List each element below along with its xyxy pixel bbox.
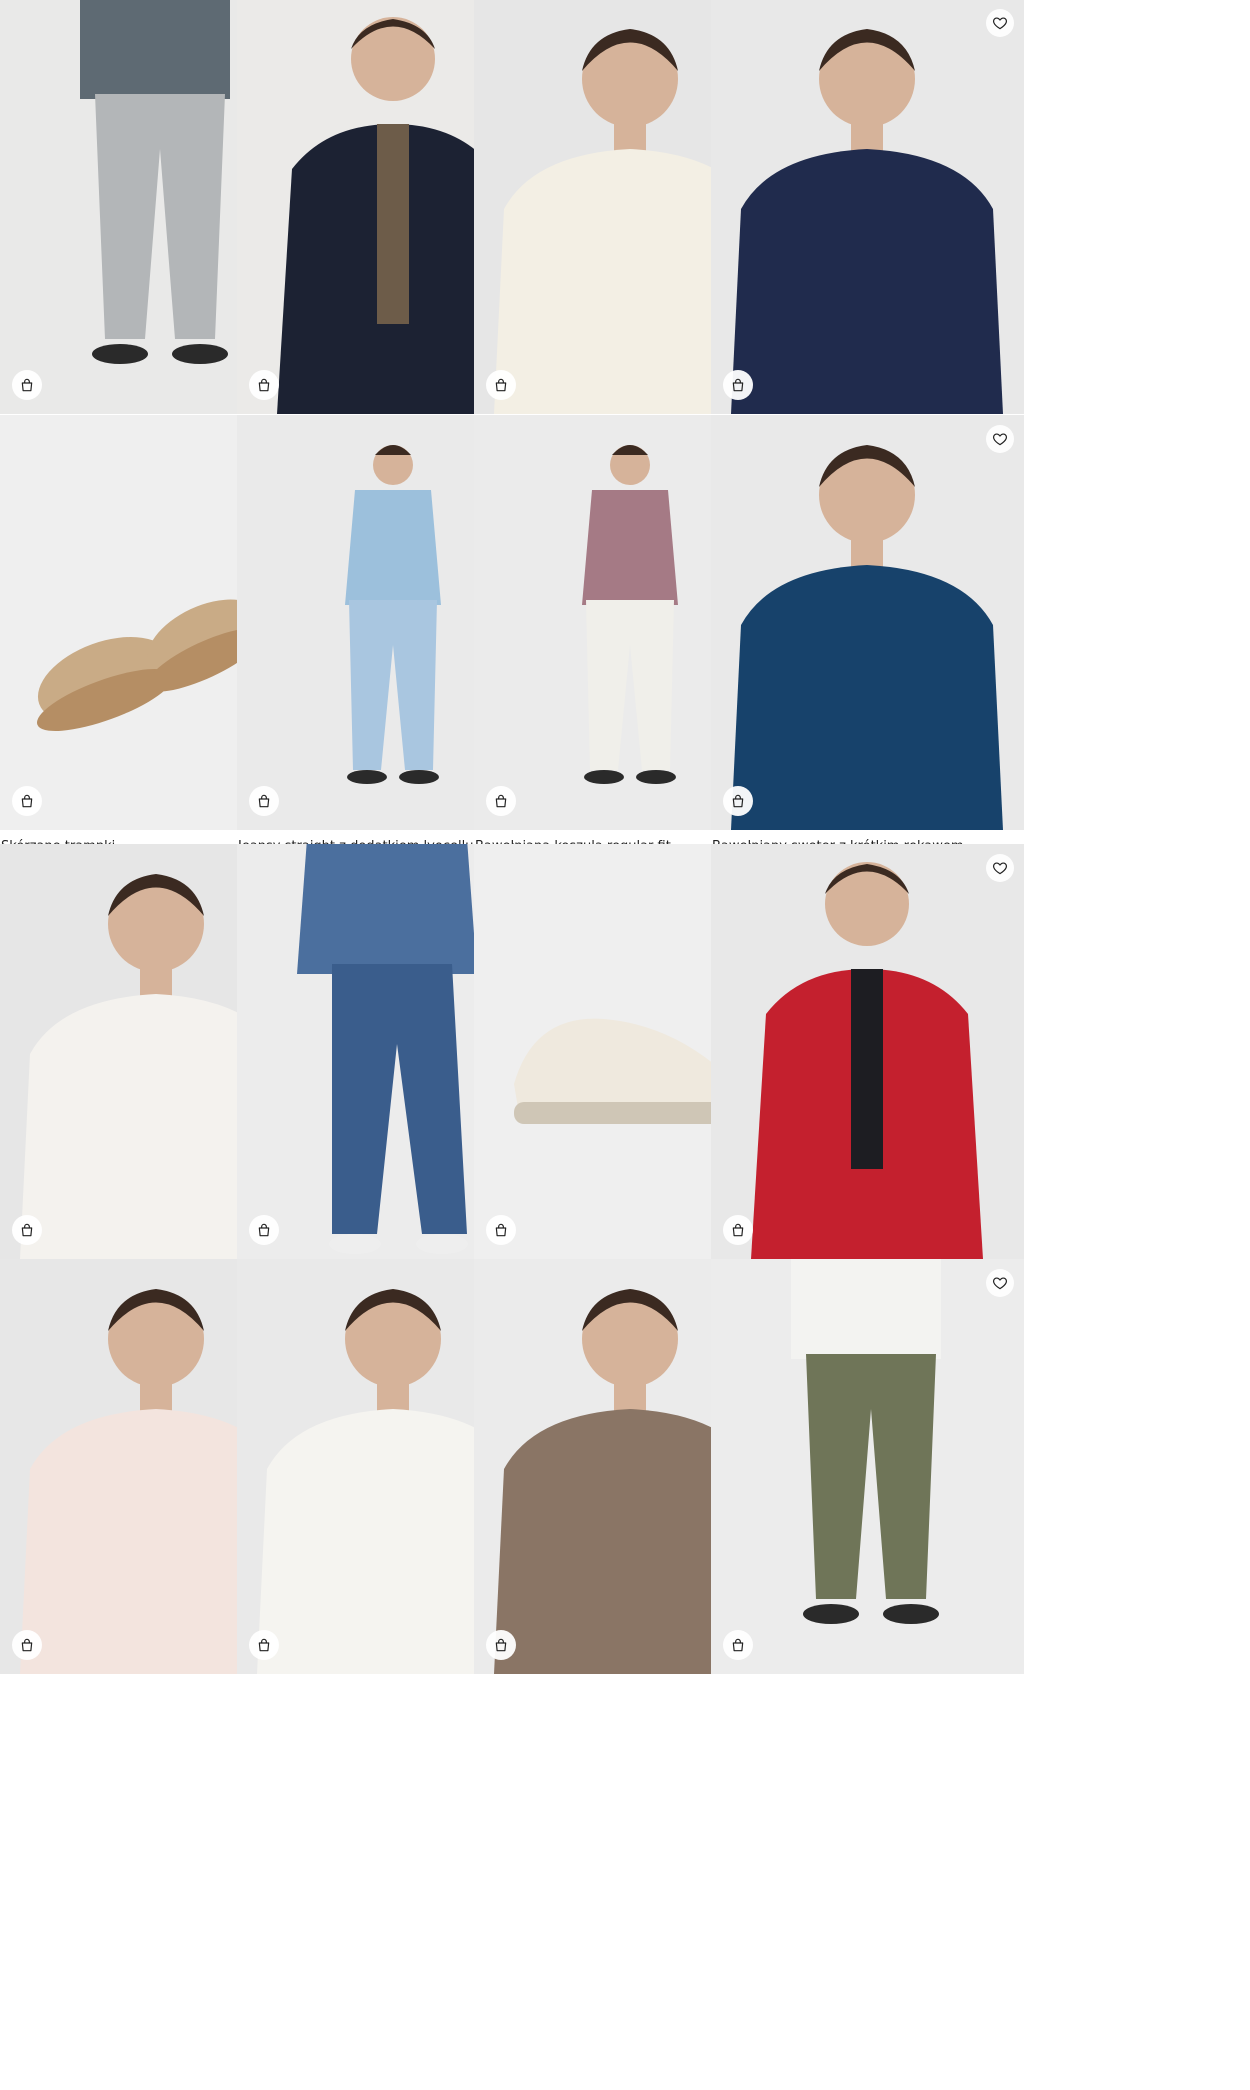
shopping-bag-icon[interactable] <box>723 370 753 400</box>
heart-icon[interactable] <box>986 1269 1014 1297</box>
product-rating <box>712 1686 1022 1697</box>
shopping-bag-icon[interactable] <box>12 1215 42 1245</box>
shopping-bag-icon[interactable] <box>723 1215 753 1245</box>
heart-icon[interactable] <box>986 9 1014 37</box>
shopping-bag-icon[interactable] <box>12 1630 42 1660</box>
product-image[interactable] <box>711 844 1024 1259</box>
shopping-bag-icon[interactable] <box>723 1630 753 1660</box>
shopping-bag-icon[interactable] <box>249 370 279 400</box>
shopping-bag-icon[interactable] <box>249 1630 279 1660</box>
shopping-bag-icon[interactable] <box>486 1215 516 1245</box>
shopping-bag-icon[interactable] <box>723 786 753 816</box>
shopping-bag-icon[interactable] <box>486 1630 516 1660</box>
heart-icon[interactable] <box>986 425 1014 453</box>
shopping-bag-icon[interactable] <box>486 370 516 400</box>
shopping-bag-icon[interactable] <box>486 786 516 816</box>
shopping-bag-icon[interactable] <box>249 786 279 816</box>
shopping-bag-icon[interactable] <box>12 370 42 400</box>
product-image[interactable] <box>711 415 1024 830</box>
heart-icon[interactable] <box>986 854 1014 882</box>
product-info <box>712 1683 1022 1701</box>
shopping-bag-icon[interactable] <box>12 786 42 816</box>
product-image[interactable] <box>711 0 1024 414</box>
product-image[interactable] <box>711 1259 1024 1674</box>
shopping-bag-icon[interactable] <box>249 1215 279 1245</box>
